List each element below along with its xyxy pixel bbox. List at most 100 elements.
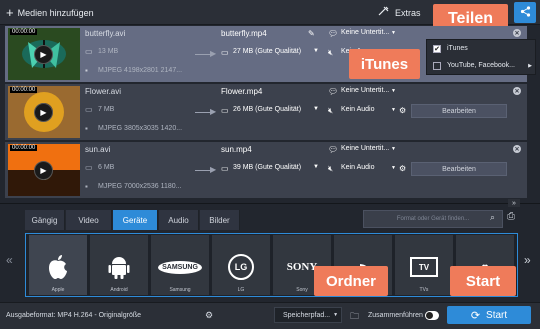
start-button[interactable]: ⟳ Start (447, 306, 531, 324)
remove-file-button[interactable]: ✕ (513, 145, 521, 153)
source-codec: MJPEG 4198x2801 2147... (98, 67, 183, 74)
settings-gear-icon[interactable]: ⚙ (205, 310, 213, 321)
tab-images[interactable]: Bilder (200, 210, 240, 230)
android-icon (108, 249, 130, 285)
output-filename[interactable]: sun.mp4 (221, 145, 252, 154)
audio-select[interactable]: Kein Audio (341, 164, 374, 171)
video-thumbnail: 00:00:00 ▶ (8, 86, 80, 138)
edit-button[interactable]: Bearbeiten (411, 104, 507, 118)
output-filename[interactable]: Flower.mp4 (221, 87, 262, 96)
source-size: 6 MB (98, 164, 115, 171)
timecode: 00:00:00 (10, 145, 38, 151)
device-android[interactable]: Android (90, 235, 148, 295)
save-path-field[interactable]: Speicherpfad... ▼ (274, 307, 342, 323)
play-button[interactable]: ▶ (34, 161, 53, 180)
filesize-icon: ▭ (85, 163, 93, 172)
share-dropdown: ✔ iTunes YouTube, Facebook... ▶ (426, 39, 536, 75)
device-label: Android (110, 287, 128, 293)
play-button[interactable]: ▶ (34, 45, 53, 64)
source-size: 13 MB (98, 48, 119, 55)
play-icon: ▶ (40, 166, 47, 175)
device-tv[interactable]: TV TVs (395, 235, 453, 295)
filesize-icon: ▭ (221, 48, 229, 57)
filesize-icon: ▭ (85, 105, 93, 114)
subtitles-select[interactable]: Keine Untertit... (341, 145, 389, 152)
chevron-down-icon[interactable]: ▼ (391, 30, 396, 36)
chevron-down-icon[interactable]: ▼ (313, 48, 319, 54)
tab-video[interactable]: Video (66, 210, 112, 230)
subtitles-select[interactable]: Keine Untertit... (341, 87, 389, 94)
subtitles-select[interactable]: Keine Untertit... (341, 29, 389, 36)
output-format-label[interactable]: Ausgabeformat: MP4 H.264 - Originalgröße (6, 312, 141, 319)
share-option-youtube[interactable]: YouTube, Facebook... ▶ (427, 57, 535, 74)
chevron-down-icon[interactable]: ▼ (313, 164, 319, 170)
share-option-itunes[interactable]: ✔ iTunes (427, 40, 535, 57)
edit-button[interactable]: Bearbeiten (411, 162, 507, 176)
device-samsung[interactable]: SAMSUNG Samsung (151, 235, 209, 295)
add-media-button[interactable]: + Medien hinzufügen (0, 3, 94, 22)
tab-common[interactable]: Gängig (25, 210, 65, 230)
device-apple[interactable]: Apple (29, 235, 87, 295)
gear-icon[interactable]: ⚙ (399, 164, 406, 173)
output-filename[interactable]: butterfly.mp4 (221, 29, 267, 38)
subtitle-icon: 💬︎ (328, 87, 339, 96)
file-row-2[interactable]: 00:00:00 ▶ Flower.avi ▭ 7 MB ▪ MJPEG 380… (5, 84, 527, 140)
scroll-right-icon[interactable]: » (524, 253, 531, 267)
filesize-icon: ▭ (221, 164, 229, 173)
output-size: 27 MB (Gute Qualität) (233, 48, 302, 55)
source-filename: sun.avi (85, 145, 111, 154)
device-lg[interactable]: LG LG (212, 235, 270, 295)
arrow-icon: ▶ (210, 165, 217, 174)
chevron-down-icon[interactable]: ▼ (391, 146, 396, 152)
device-label: Samsung (169, 287, 191, 293)
share-button[interactable] (514, 2, 536, 23)
audio-select[interactable]: Kein Audio (341, 106, 374, 113)
tab-devices[interactable]: Geräte (113, 210, 158, 230)
device-label: Apple (51, 287, 65, 293)
merge-label: Zusammenführen (368, 312, 423, 319)
source-filename: butterfly.avi (85, 29, 126, 38)
remove-file-button[interactable]: ✕ (513, 87, 521, 95)
video-icon: ▪ (85, 66, 88, 75)
device-detect-icon[interactable]: ⎙ (507, 211, 515, 222)
apple-icon (47, 249, 69, 285)
filesize-icon: ▭ (85, 47, 93, 56)
remove-file-button[interactable]: ✕ (513, 29, 521, 37)
play-icon: ▶ (40, 108, 47, 117)
extras-button[interactable]: Extras (378, 3, 421, 22)
subtitle-icon: 💬︎ (328, 29, 339, 38)
output-size: 39 MB (Gute Qualität) (233, 164, 302, 171)
add-media-label: Medien hinzufügen (17, 7, 94, 18)
source-codec: MJPEG 3805x3035 1420... (98, 125, 183, 132)
play-button[interactable]: ▶ (34, 103, 53, 122)
device-label: TVs (419, 287, 429, 293)
video-thumbnail: 00:00:00 ▶ (8, 28, 80, 80)
merge-toggle[interactable] (425, 311, 439, 320)
start-label: Start (486, 309, 508, 321)
device-label: LG (237, 287, 245, 293)
audio-icon: 🔇︎ (328, 164, 334, 173)
tab-audio[interactable]: Audio (159, 210, 199, 230)
chevron-down-icon[interactable]: ▼ (391, 165, 396, 171)
chevron-down-icon: ▼ (333, 312, 339, 318)
file-row-3[interactable]: 00:00:00 ▶ sun.avi ▭ 6 MB ▪ MJPEG 7000x2… (5, 142, 527, 198)
checkbox-checked-icon[interactable]: ✔ (433, 44, 441, 53)
gear-icon[interactable]: ⚙ (399, 106, 406, 115)
checkbox-icon[interactable] (433, 61, 441, 70)
search-icon[interactable]: ⌕ (490, 212, 495, 223)
share-option-label: YouTube, Facebook... (447, 62, 515, 69)
folder-icon[interactable]: 🗀︎ (350, 309, 359, 325)
scroll-left-icon[interactable]: « (6, 253, 13, 267)
edit-name-icon[interactable]: ✎ (308, 29, 315, 38)
chevron-down-icon[interactable]: ▼ (391, 107, 396, 113)
format-search-input[interactable]: Format oder Gerät finden... (363, 210, 503, 228)
arrow-icon: ▶ (210, 107, 217, 116)
audio-icon: 🔇︎ (328, 48, 334, 57)
video-icon: ▪ (85, 124, 88, 133)
collapse-chevron-icon[interactable]: » (508, 199, 520, 207)
chevron-down-icon[interactable]: ▼ (313, 106, 319, 112)
source-codec: MJPEG 7000x2536 1180... (98, 183, 182, 190)
subtitle-icon: 💬︎ (328, 145, 339, 154)
filesize-icon: ▭ (221, 106, 229, 115)
chevron-down-icon[interactable]: ▼ (391, 88, 396, 94)
